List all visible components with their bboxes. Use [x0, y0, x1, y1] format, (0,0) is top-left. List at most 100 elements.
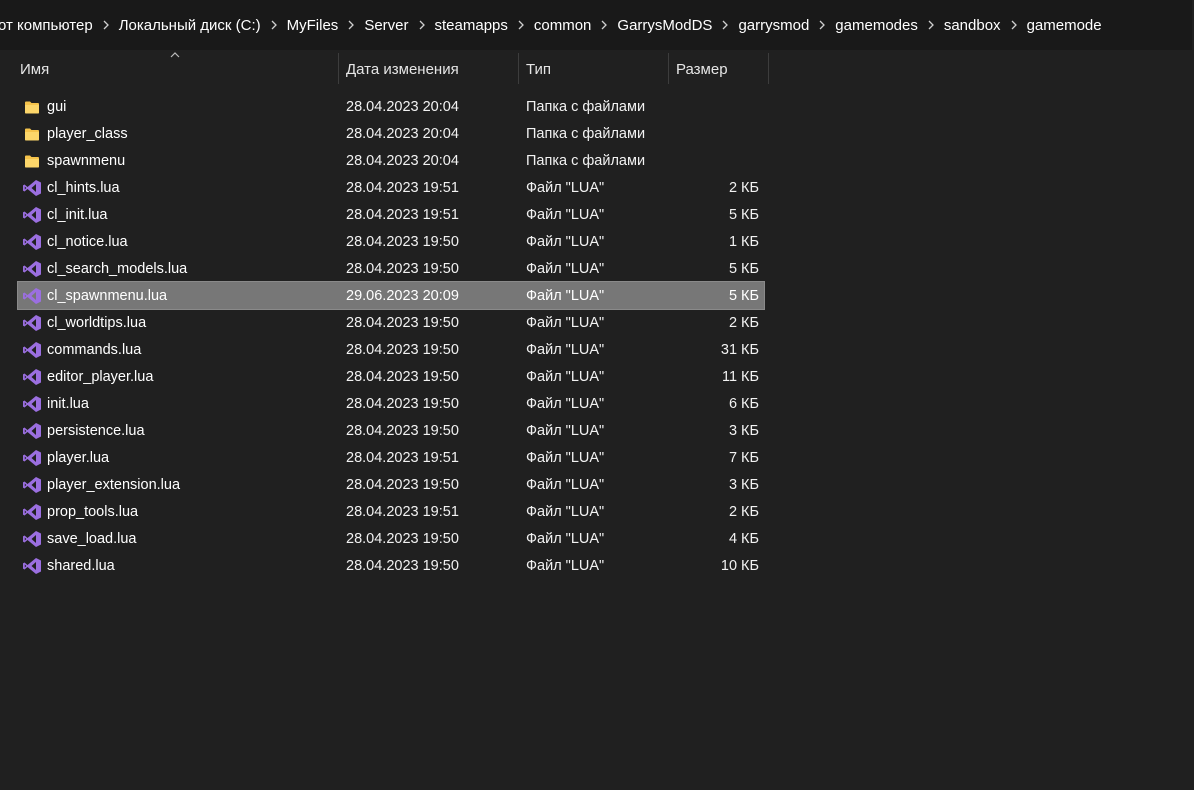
- file-row[interactable]: commands.lua 28.04.2023 19:50 Файл "LUA" 31…: [18, 336, 764, 363]
- file-row[interactable]: player_class 28.04.2023 20:04 Папка с файл…: [18, 120, 764, 147]
- chevron-right-icon[interactable]: [712, 19, 738, 31]
- column-divider[interactable]: [338, 53, 339, 84]
- file-size: 2 КБ: [728, 503, 759, 520]
- file-size: 5 КБ: [728, 260, 759, 277]
- chevron-right-icon[interactable]: [1001, 19, 1027, 31]
- file-type: Файл "LUA": [526, 206, 605, 223]
- breadcrumb-item-label: gamemode: [1026, 16, 1102, 34]
- chevron-right-icon[interactable]: [918, 19, 944, 31]
- file-row[interactable]: gui 28.04.2023 20:04 Папка с файлами: [18, 93, 764, 120]
- lua-file-icon: [22, 552, 42, 579]
- file-name: player_extension.lua: [47, 476, 181, 493]
- file-type: Файл "LUA": [526, 341, 605, 358]
- column-header-date[interactable]: Дата изменения: [346, 53, 459, 85]
- chevron-right-icon[interactable]: [409, 19, 435, 31]
- file-row[interactable]: shared.lua 28.04.2023 19:50 Файл "LUA" 10 К…: [18, 552, 764, 579]
- column-header-row: Имя Дата изменения Тип Размер: [0, 50, 1194, 86]
- file-row[interactable]: player.lua 28.04.2023 19:51 Файл "LUA" 7 КБ: [18, 444, 764, 471]
- breadcrumb-item[interactable]: Локальный диск (C:): [119, 17, 261, 34]
- breadcrumb-item[interactable]: MyFiles: [287, 17, 339, 34]
- chevron-right-icon[interactable]: [508, 19, 534, 31]
- breadcrumb-item-label: Server: [364, 16, 409, 34]
- file-size: 5 КБ: [728, 287, 759, 304]
- file-row[interactable]: cl_hints.lua 28.04.2023 19:51 Файл "LUA" 2 …: [18, 174, 764, 201]
- file-type: Папка с файлами: [526, 125, 646, 142]
- file-row[interactable]: player_extension.lua 28.04.2023 19:50 Файл…: [18, 471, 764, 498]
- file-date-modified: 28.04.2023 19:50: [346, 368, 459, 385]
- file-size: 2 КБ: [728, 314, 759, 331]
- file-row[interactable]: cl_spawnmenu.lua 29.06.2023 20:09 Файл "LU…: [17, 281, 765, 310]
- lua-file-icon: [22, 201, 42, 228]
- column-header-name[interactable]: Имя: [20, 53, 49, 85]
- column-header-size[interactable]: Размер: [676, 53, 728, 85]
- chevron-right-icon[interactable]: [338, 19, 364, 31]
- column-divider[interactable]: [768, 53, 769, 84]
- breadcrumb-item[interactable]: Server: [364, 17, 408, 34]
- chevron-right-icon[interactable]: [93, 19, 119, 31]
- breadcrumb-item[interactable]: sandbox: [944, 17, 1001, 34]
- lua-file-icon: [22, 498, 42, 525]
- file-row[interactable]: editor_player.lua 28.04.2023 19:50 Файл "L…: [18, 363, 764, 390]
- folder-icon: [22, 147, 42, 174]
- file-row[interactable]: cl_search_models.lua 28.04.2023 19:50 Файл…: [18, 255, 764, 282]
- file-size: 3 КБ: [728, 422, 759, 439]
- breadcrumb-item[interactable]: steamapps: [435, 17, 508, 34]
- file-name: cl_hints.lua: [47, 179, 120, 196]
- lua-file-icon: [22, 444, 42, 471]
- lua-file-icon: [22, 525, 42, 552]
- file-name: gui: [47, 98, 67, 115]
- file-row[interactable]: save_load.lua 28.04.2023 19:50 Файл "LUA" 4…: [18, 525, 764, 552]
- file-date-modified: 28.04.2023 19:50: [346, 314, 459, 331]
- file-row[interactable]: cl_notice.lua 28.04.2023 19:50 Файл "LUA" 1…: [18, 228, 764, 255]
- file-row[interactable]: prop_tools.lua 28.04.2023 19:51 Файл "LUA"…: [18, 498, 764, 525]
- file-size: 5 КБ: [728, 206, 759, 223]
- file-date-modified: 28.04.2023 19:51: [346, 503, 459, 520]
- file-row[interactable]: init.lua 28.04.2023 19:50 Файл "LUA" 6 КБ: [18, 390, 764, 417]
- chevron-right-icon[interactable]: [261, 19, 287, 31]
- breadcrumb-item-label: MyFiles: [286, 16, 339, 34]
- file-type: Файл "LUA": [526, 233, 605, 250]
- breadcrumb-item-label: от компьютер: [0, 16, 93, 34]
- file-name: player_class: [47, 125, 128, 142]
- file-row[interactable]: cl_worldtips.lua 28.04.2023 19:50 Файл "LU…: [18, 309, 764, 336]
- breadcrumb-item-label: sandbox: [943, 16, 1001, 34]
- breadcrumb: от компьютер Локальный диск (C:) MyFiles Se…: [0, 0, 1192, 50]
- lua-file-icon: [22, 228, 42, 255]
- breadcrumb-item[interactable]: gamemode: [1027, 17, 1102, 34]
- file-row[interactable]: cl_init.lua 28.04.2023 19:51 Файл "LUA" 5 К…: [18, 201, 764, 228]
- file-type: Папка с файлами: [526, 152, 646, 169]
- column-header-type[interactable]: Тип: [526, 53, 551, 85]
- file-name: player.lua: [47, 449, 110, 466]
- column-header-name-label: Имя: [20, 60, 50, 78]
- file-date-modified: 28.04.2023 20:04: [346, 125, 459, 142]
- sort-ascending-icon: [170, 52, 180, 58]
- file-row[interactable]: persistence.lua 28.04.2023 19:50 Файл "LUA…: [18, 417, 764, 444]
- lua-file-icon: [22, 471, 42, 498]
- file-type: Файл "LUA": [526, 422, 605, 439]
- file-size: 1 КБ: [728, 233, 759, 250]
- lua-file-icon: [22, 390, 42, 417]
- chevron-right-icon[interactable]: [591, 19, 617, 31]
- file-name: editor_player.lua: [47, 368, 154, 385]
- file-row[interactable]: spawnmenu 28.04.2023 20:04 Папка с файлами: [18, 147, 764, 174]
- chevron-right-icon[interactable]: [809, 19, 835, 31]
- file-date-modified: 28.04.2023 19:50: [346, 260, 459, 277]
- file-type: Файл "LUA": [526, 449, 605, 466]
- breadcrumb-item[interactable]: common: [534, 17, 592, 34]
- column-header-size-label: Размер: [676, 60, 728, 78]
- breadcrumb-item[interactable]: GarrysModDS: [617, 17, 712, 34]
- breadcrumb-item[interactable]: gamemodes: [835, 17, 918, 34]
- breadcrumb-item[interactable]: от компьютер: [0, 17, 93, 34]
- file-size: 7 КБ: [728, 449, 759, 466]
- column-divider[interactable]: [668, 53, 669, 84]
- column-divider[interactable]: [518, 53, 519, 84]
- file-name: persistence.lua: [47, 422, 145, 439]
- file-date-modified: 28.04.2023 19:51: [346, 206, 459, 223]
- breadcrumb-item[interactable]: garrysmod: [738, 17, 809, 34]
- file-size: 4 КБ: [728, 530, 759, 547]
- file-name: shared.lua: [47, 557, 115, 574]
- column-header-date-label: Дата изменения: [346, 60, 459, 78]
- file-date-modified: 28.04.2023 19:50: [346, 530, 459, 547]
- file-size: 6 КБ: [728, 395, 759, 412]
- breadcrumb-item-label: GarrysModDS: [617, 16, 713, 34]
